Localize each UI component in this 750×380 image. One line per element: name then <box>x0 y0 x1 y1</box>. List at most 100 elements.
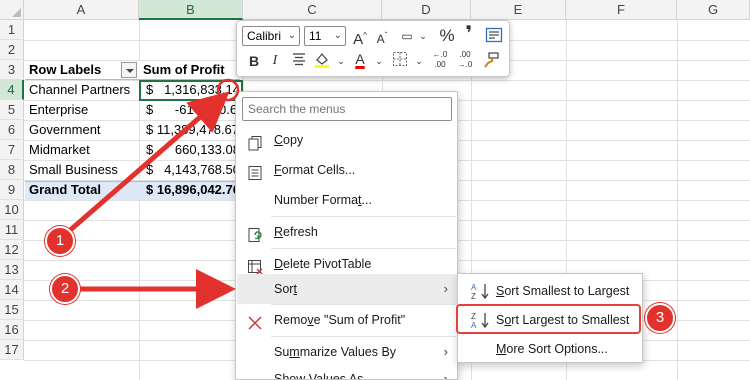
row-header-9[interactable]: 9 <box>0 180 24 200</box>
pivot-row-label[interactable]: Channel Partners <box>29 80 139 100</box>
font-name-value: Calibri <box>247 29 282 43</box>
row-header-15[interactable]: 15 <box>0 300 24 320</box>
row-header-2[interactable]: 2 <box>0 40 24 60</box>
column-header-f[interactable]: F <box>566 0 677 20</box>
chevron-down-icon[interactable]: ⌄ <box>369 51 389 71</box>
column-header-b[interactable]: B <box>139 0 243 20</box>
bold-icon[interactable]: B <box>244 51 264 71</box>
menu-item-format-cells[interactable]: Format Cells... <box>237 155 457 185</box>
refresh-icon <box>247 224 263 242</box>
increase-font-icon[interactable]: A^ <box>350 26 370 48</box>
menu-item-remove-field[interactable]: Remove "Sum of Profit" <box>237 305 457 335</box>
pivot-row-value[interactable]: $ 660,133.08 <box>146 140 242 160</box>
font-size-box[interactable]: 11 ⌄ <box>304 26 346 46</box>
chevron-right-icon: › <box>443 281 448 296</box>
row-labels-filter-button[interactable] <box>121 62 137 78</box>
column-header-c[interactable]: C <box>243 0 382 20</box>
pivot-header-sum-of-profit[interactable]: Sum of Profit <box>143 60 243 80</box>
search-menus-input[interactable] <box>242 97 452 121</box>
increase-decimal-icon[interactable]: ←.0.00 <box>430 50 450 70</box>
column-header-g[interactable]: G <box>677 0 750 20</box>
format-cells-icon <box>247 162 263 180</box>
pivot-row-label[interactable]: Enterprise <box>29 100 139 120</box>
context-menu: Copy Format Cells... Number Format... Re… <box>235 91 458 380</box>
decrease-decimal-icon[interactable]: .00 →.0 <box>455 50 475 70</box>
menu-item-number-format[interactable]: Number Format... <box>237 185 457 215</box>
decrease-font-icon[interactable]: Aˇ <box>372 26 392 46</box>
column-header-d[interactable]: D <box>382 0 471 20</box>
row-header-16[interactable]: 16 <box>0 320 24 340</box>
font-name-box[interactable]: Calibri ⌄ <box>242 26 300 46</box>
gridline <box>677 20 678 380</box>
row-header-17[interactable]: 17 <box>0 340 24 360</box>
menu-label: Format Cells... <box>274 163 356 177</box>
menu-item-refresh[interactable]: Refresh <box>237 217 457 247</box>
pivot-header-row-labels[interactable]: Row Labels <box>29 60 119 80</box>
row-header-3[interactable]: 3 <box>0 60 24 80</box>
pivot-row-value[interactable]: $ 11,389,478.67 <box>146 120 242 140</box>
fill-color-icon[interactable] <box>312 51 332 71</box>
pivot-row-label[interactable]: Midmarket <box>29 140 139 160</box>
center-align-icon[interactable] <box>289 51 309 71</box>
row-header-10[interactable]: 10 <box>0 200 24 220</box>
menu-item-copy[interactable]: Copy <box>237 125 457 155</box>
select-all-corner[interactable] <box>0 0 24 20</box>
pivot-row-value[interactable]: $ 4,143,768.50 <box>146 160 242 180</box>
pivot-row-label[interactable]: Small Business <box>29 160 139 180</box>
chevron-down-icon[interactable]: ⌄ <box>409 51 429 71</box>
wrap-icon[interactable] <box>484 26 504 46</box>
delete-pivottable-icon <box>247 256 263 275</box>
row-header-11[interactable]: 11 <box>0 220 24 240</box>
chevron-right-icon: › <box>443 371 448 380</box>
chevron-down-icon[interactable]: ⌄ <box>331 51 351 71</box>
menu-label: Refresh <box>274 225 318 239</box>
menu-label: Copy <box>274 133 304 147</box>
menu-item-show-values-as[interactable]: Show Values As › <box>237 364 457 380</box>
row-header-12[interactable]: 12 <box>0 240 24 260</box>
svg-text:A: A <box>471 283 477 292</box>
percent-icon[interactable]: % <box>437 26 457 46</box>
pivot-grand-total-value[interactable]: $ 16,896,042.76 <box>146 180 242 200</box>
row-header-13[interactable]: 13 <box>0 260 24 280</box>
menu-label: Number Format... <box>274 193 372 207</box>
menu-item-summarize-values-by[interactable]: Summarize Values By › <box>237 337 457 367</box>
menu-label: Remove "Sum of Profit" <box>274 313 406 327</box>
sort-ascending-icon: AZ <box>470 282 492 301</box>
menu-label: Sort <box>274 282 297 296</box>
row-header-6[interactable]: 6 <box>0 120 24 140</box>
active-cell-cursor <box>139 80 243 101</box>
pivot-row-label[interactable]: Government <box>29 120 139 140</box>
borders-icon[interactable] <box>390 51 410 71</box>
pivot-grand-total-label[interactable]: Grand Total <box>29 180 139 200</box>
submenu-label: Sort Smallest to Largest <box>496 284 630 298</box>
row-header-14[interactable]: 14 <box>0 280 24 300</box>
svg-text:Z: Z <box>471 292 476 300</box>
highlight-box <box>456 304 641 334</box>
menu-label: Summarize Values By <box>274 345 397 359</box>
chevron-down-icon[interactable]: ⌄ <box>413 26 433 46</box>
submenu-item-more-sort-options[interactable]: More Sort Options... <box>459 335 643 363</box>
font-size-value: 11 <box>309 29 322 43</box>
menu-item-sort[interactable]: Sort › <box>237 274 457 304</box>
mini-format-toolbar: Calibri ⌄ 11 ⌄ A^ Aˇ ▭ ⌄ % ❜ B I ⌄ A ⌄ ⌄… <box>236 20 510 77</box>
row-header-4[interactable]: 4 <box>0 80 24 100</box>
submenu-label: More Sort Options... <box>496 342 608 356</box>
submenu-item-sort-ascending[interactable]: AZ Sort Smallest to Largest <box>459 277 643 305</box>
pivot-row-value[interactable]: $ -614,370.63 <box>146 100 242 120</box>
comma-style-icon[interactable]: ❜ <box>459 24 479 44</box>
column-header-e[interactable]: E <box>471 0 566 20</box>
format-painter-icon[interactable] <box>481 51 501 71</box>
chevron-down-icon: ⌄ <box>333 30 342 41</box>
annotation-badge-3: 3 <box>645 303 675 333</box>
copy-icon <box>247 132 263 151</box>
column-header-a[interactable]: A <box>24 0 139 20</box>
remove-x-icon <box>247 312 263 330</box>
row-header-5[interactable]: 5 <box>0 100 24 120</box>
font-color-icon[interactable]: A <box>350 49 370 69</box>
italic-icon[interactable]: I <box>265 51 285 71</box>
row-header-8[interactable]: 8 <box>0 160 24 180</box>
chevron-right-icon: › <box>443 344 448 359</box>
row-header-7[interactable]: 7 <box>0 140 24 160</box>
chevron-down-icon: ⌄ <box>287 30 296 41</box>
row-header-1[interactable]: 1 <box>0 20 24 40</box>
